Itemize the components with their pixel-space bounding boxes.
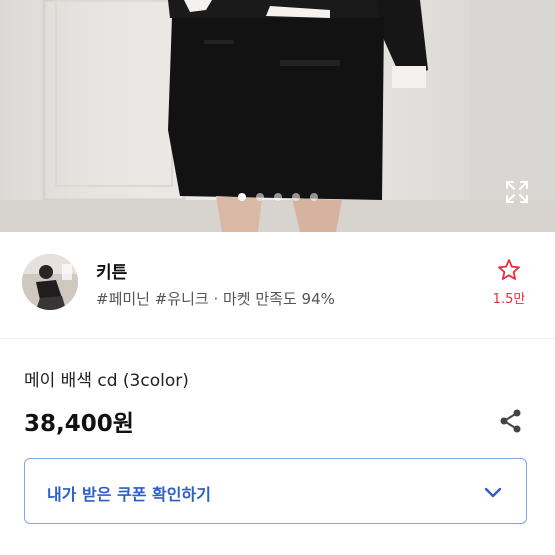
carousel-dot[interactable] [273, 193, 282, 201]
carousel-dot[interactable] [237, 193, 246, 201]
carousel-dot[interactable] [291, 193, 300, 201]
carousel-dot[interactable] [309, 193, 318, 201]
star-icon [498, 259, 520, 280]
favorite-button[interactable]: 1.5만 [491, 258, 527, 307]
product-image-carousel[interactable] [0, 0, 555, 232]
share-icon[interactable] [498, 408, 524, 434]
coupon-label: 내가 받은 쿠폰 확인하기 [47, 485, 211, 504]
chevron-down-icon [482, 481, 504, 503]
seller-avatar[interactable] [22, 254, 78, 310]
seller-info[interactable]: 키튼 #페미닌 #유니크 · 마켓 만족도 94% 1.5만 [0, 232, 555, 339]
product-price: 38,400원 [24, 411, 134, 437]
favorite-count: 1.5만 [492, 292, 526, 307]
seller-name[interactable]: 키튼 [96, 258, 127, 283]
product-title: 메이 배색 cd (3color) [24, 371, 189, 391]
coupon-check-button[interactable]: 내가 받은 쿠폰 확인하기 [24, 458, 527, 524]
seller-tags: #페미닌 #유니크 · 마켓 만족도 94% [96, 290, 335, 308]
carousel-indicator [0, 193, 555, 205]
expand-icon[interactable] [505, 180, 529, 204]
carousel-dot[interactable] [255, 193, 264, 201]
